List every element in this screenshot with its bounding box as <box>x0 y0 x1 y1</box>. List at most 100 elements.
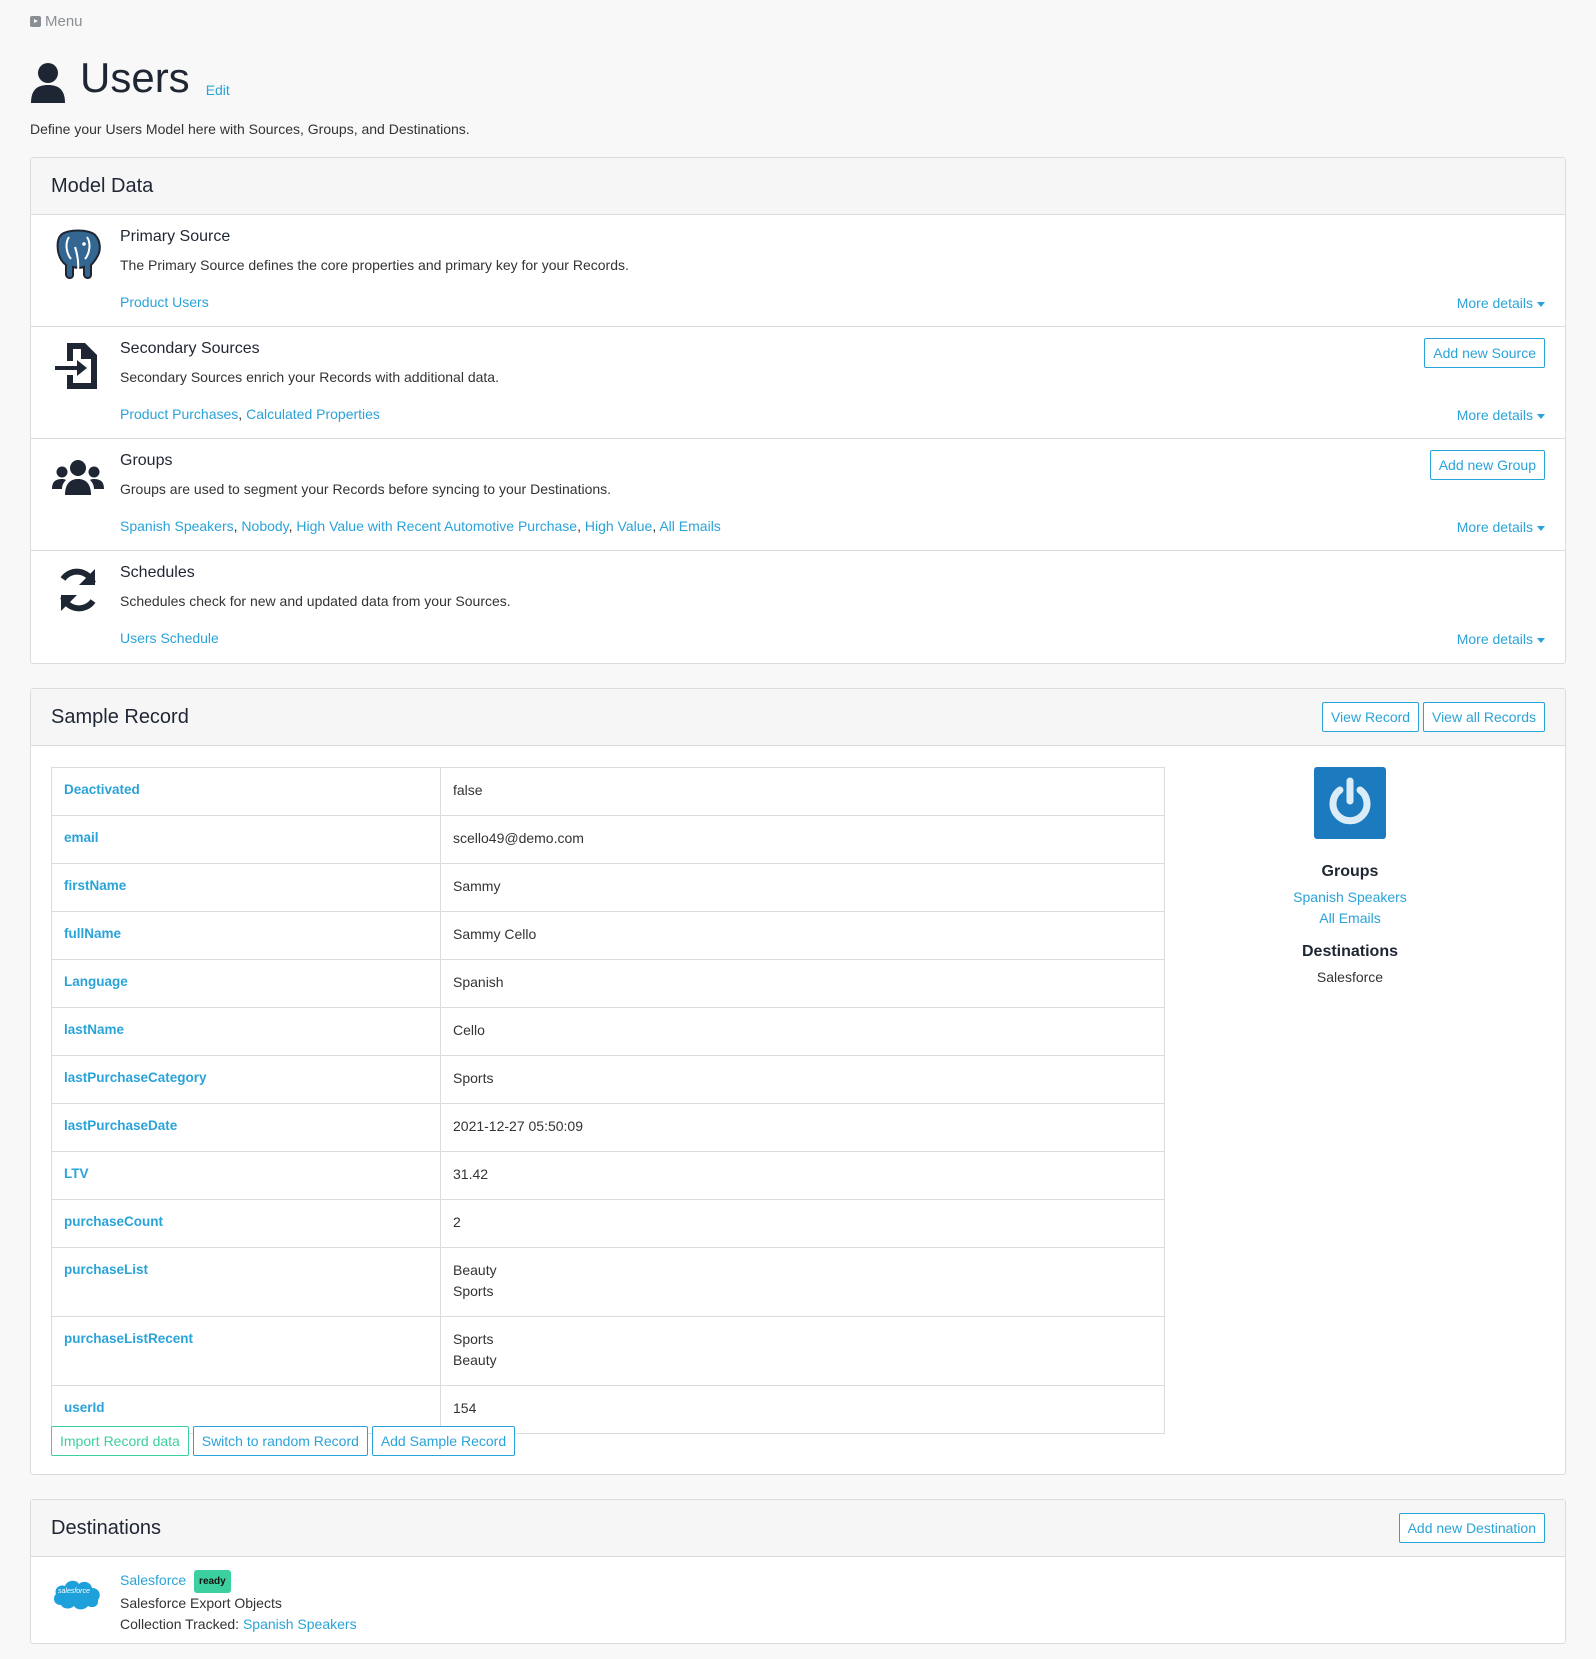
model-data-title: Model Data <box>51 174 154 197</box>
add-sample-record-button[interactable]: Add Sample Record <box>371 1426 516 1456</box>
record-key[interactable]: lastPurchaseDate <box>51 1103 441 1152</box>
group-link-high-value[interactable]: High Value <box>585 518 652 534</box>
collection-link[interactable]: Spanish Speakers <box>243 1616 357 1632</box>
record-value-line: Sammy <box>453 878 501 894</box>
user-icon <box>31 63 65 103</box>
users-group-icon <box>52 460 104 495</box>
record-key[interactable]: lastPurchaseCategory <box>51 1055 441 1104</box>
record-value: Sports <box>440 1055 1165 1104</box>
source-link-product-users[interactable]: Product Users <box>120 294 209 310</box>
record-key[interactable]: purchaseListRecent <box>51 1316 441 1386</box>
record-value-line: false <box>453 782 483 798</box>
side-destinations-heading: Destinations <box>1301 943 1398 960</box>
record-value-line: Beauty <box>453 1262 497 1278</box>
record-value-line: scello49@demo.com <box>453 830 584 846</box>
record-table: Deactivated false email scello49@demo.com fi… <box>51 767 1165 1434</box>
groups-more-details[interactable]: More details <box>1457 519 1545 535</box>
group-link-high-value-automotive[interactable]: High Value with Recent Automotive Purcha… <box>296 518 577 534</box>
table-row: lastName Cello <box>51 1007 1165 1056</box>
table-row: lastPurchaseDate 2021-12-27 05:50:09 <box>51 1103 1165 1152</box>
add-new-source-button[interactable]: Add new Source <box>1424 338 1545 368</box>
destination-description: Salesforce Export Objects <box>120 1595 282 1611</box>
record-key[interactable]: LTV <box>51 1151 441 1200</box>
page-subtitle: Define your Users Model here with Source… <box>30 121 470 137</box>
menu-toggle[interactable]: Menu <box>30 13 83 30</box>
sample-record-card: Sample Record View Record View all Recor… <box>30 688 1566 1475</box>
record-value-line: 154 <box>453 1400 477 1416</box>
switch-random-record-button[interactable]: Switch to random Record <box>192 1426 368 1456</box>
menu-label: Menu <box>45 13 83 30</box>
record-value-line: Spanish <box>453 974 504 990</box>
salesforce-logo-icon: salesforce <box>51 1575 103 1611</box>
primary-source-description: The Primary Source defines the core prop… <box>120 257 629 273</box>
status-badge: ready <box>194 1570 231 1593</box>
page-title: Users <box>80 54 190 101</box>
secondary-sources-row: Secondary Sources Secondary Sources enri… <box>31 327 1565 439</box>
view-all-records-button[interactable]: View all Records <box>1422 702 1545 732</box>
file-import-icon <box>55 343 97 389</box>
schedules-more-details[interactable]: More details <box>1457 631 1545 647</box>
table-row: fullName Sammy Cello <box>51 911 1165 960</box>
side-groups-heading: Groups <box>1321 863 1379 880</box>
record-value: Sammy <box>440 863 1165 912</box>
groups-title: Groups <box>120 452 173 469</box>
sample-record-header: Sample Record View Record View all Recor… <box>31 689 1565 746</box>
primary-source-links: Product Users <box>120 294 209 310</box>
secondary-more-details[interactable]: More details <box>1457 407 1545 423</box>
sync-icon <box>60 568 96 612</box>
record-actions: Import Record data Switch to random Reco… <box>51 1426 516 1456</box>
table-row: purchaseListRecent Sports Beauty <box>51 1316 1165 1386</box>
side-group-link-spanish-speakers[interactable]: Spanish Speakers <box>1293 889 1407 905</box>
import-record-button[interactable]: Import Record data <box>51 1426 189 1456</box>
record-value-line: Beauty <box>453 1352 497 1368</box>
source-link-product-purchases[interactable]: Product Purchases <box>120 406 238 422</box>
record-value: 2021-12-27 05:50:09 <box>440 1103 1165 1152</box>
record-value-line: Sports <box>453 1070 494 1086</box>
primary-source-row: Primary Source The Primary Source define… <box>31 215 1565 327</box>
destination-link-salesforce[interactable]: Salesforce <box>120 1572 186 1588</box>
record-key[interactable]: Language <box>51 959 441 1008</box>
record-key[interactable]: email <box>51 815 441 864</box>
postgresql-icon <box>56 229 101 279</box>
record-key[interactable]: Deactivated <box>51 767 441 816</box>
table-row: Deactivated false <box>51 767 1165 816</box>
groups-row: Groups Groups are used to segment your R… <box>31 439 1565 551</box>
group-link-spanish-speakers[interactable]: Spanish Speakers <box>120 518 234 534</box>
record-value: Sports Beauty <box>440 1316 1165 1386</box>
primary-more-details[interactable]: More details <box>1457 295 1545 311</box>
destinations-header: Destinations Add new Destination <box>31 1500 1565 1557</box>
groups-description: Groups are used to segment your Records … <box>120 481 612 497</box>
source-link-calculated-properties[interactable]: Calculated Properties <box>246 406 380 422</box>
primary-source-title: Primary Source <box>120 228 231 245</box>
record-value: scello49@demo.com <box>440 815 1165 864</box>
record-value-line: 31.42 <box>453 1166 489 1182</box>
group-link-nobody[interactable]: Nobody <box>241 518 288 534</box>
destinations-title: Destinations <box>51 1516 162 1539</box>
record-key[interactable]: firstName <box>51 863 441 912</box>
schedule-link-users[interactable]: Users Schedule <box>120 630 219 646</box>
record-value: false <box>440 767 1165 816</box>
add-new-group-button[interactable]: Add new Group <box>1429 450 1545 480</box>
side-group-link-all-emails[interactable]: All Emails <box>1319 910 1380 926</box>
record-key[interactable]: purchaseCount <box>51 1199 441 1248</box>
record-value: Beauty Sports <box>440 1247 1165 1317</box>
salesforce-logo-text: salesforce <box>58 1588 90 1595</box>
table-row: email scello49@demo.com <box>51 815 1165 864</box>
group-link-all-emails[interactable]: All Emails <box>659 518 720 534</box>
menu-icon <box>30 16 41 27</box>
record-key[interactable]: fullName <box>51 911 441 960</box>
record-key[interactable]: purchaseList <box>51 1247 441 1317</box>
secondary-sources-description: Secondary Sources enrich your Records wi… <box>120 369 499 385</box>
record-value: Cello <box>440 1007 1165 1056</box>
record-key[interactable]: lastName <box>51 1007 441 1056</box>
edit-link[interactable]: Edit <box>206 82 230 98</box>
record-value: 2 <box>440 1199 1165 1248</box>
secondary-sources-title: Secondary Sources <box>120 340 260 357</box>
schedules-title: Schedules <box>120 564 195 581</box>
view-record-button[interactable]: View Record <box>1321 702 1420 732</box>
table-row: purchaseCount 2 <box>51 1199 1165 1248</box>
add-new-destination-button[interactable]: Add new Destination <box>1398 1513 1545 1543</box>
schedules-description: Schedules check for new and updated data… <box>120 593 511 609</box>
record-value: Sammy Cello <box>440 911 1165 960</box>
secondary-sources-links: Product Purchases, Calculated Properties <box>120 406 380 422</box>
